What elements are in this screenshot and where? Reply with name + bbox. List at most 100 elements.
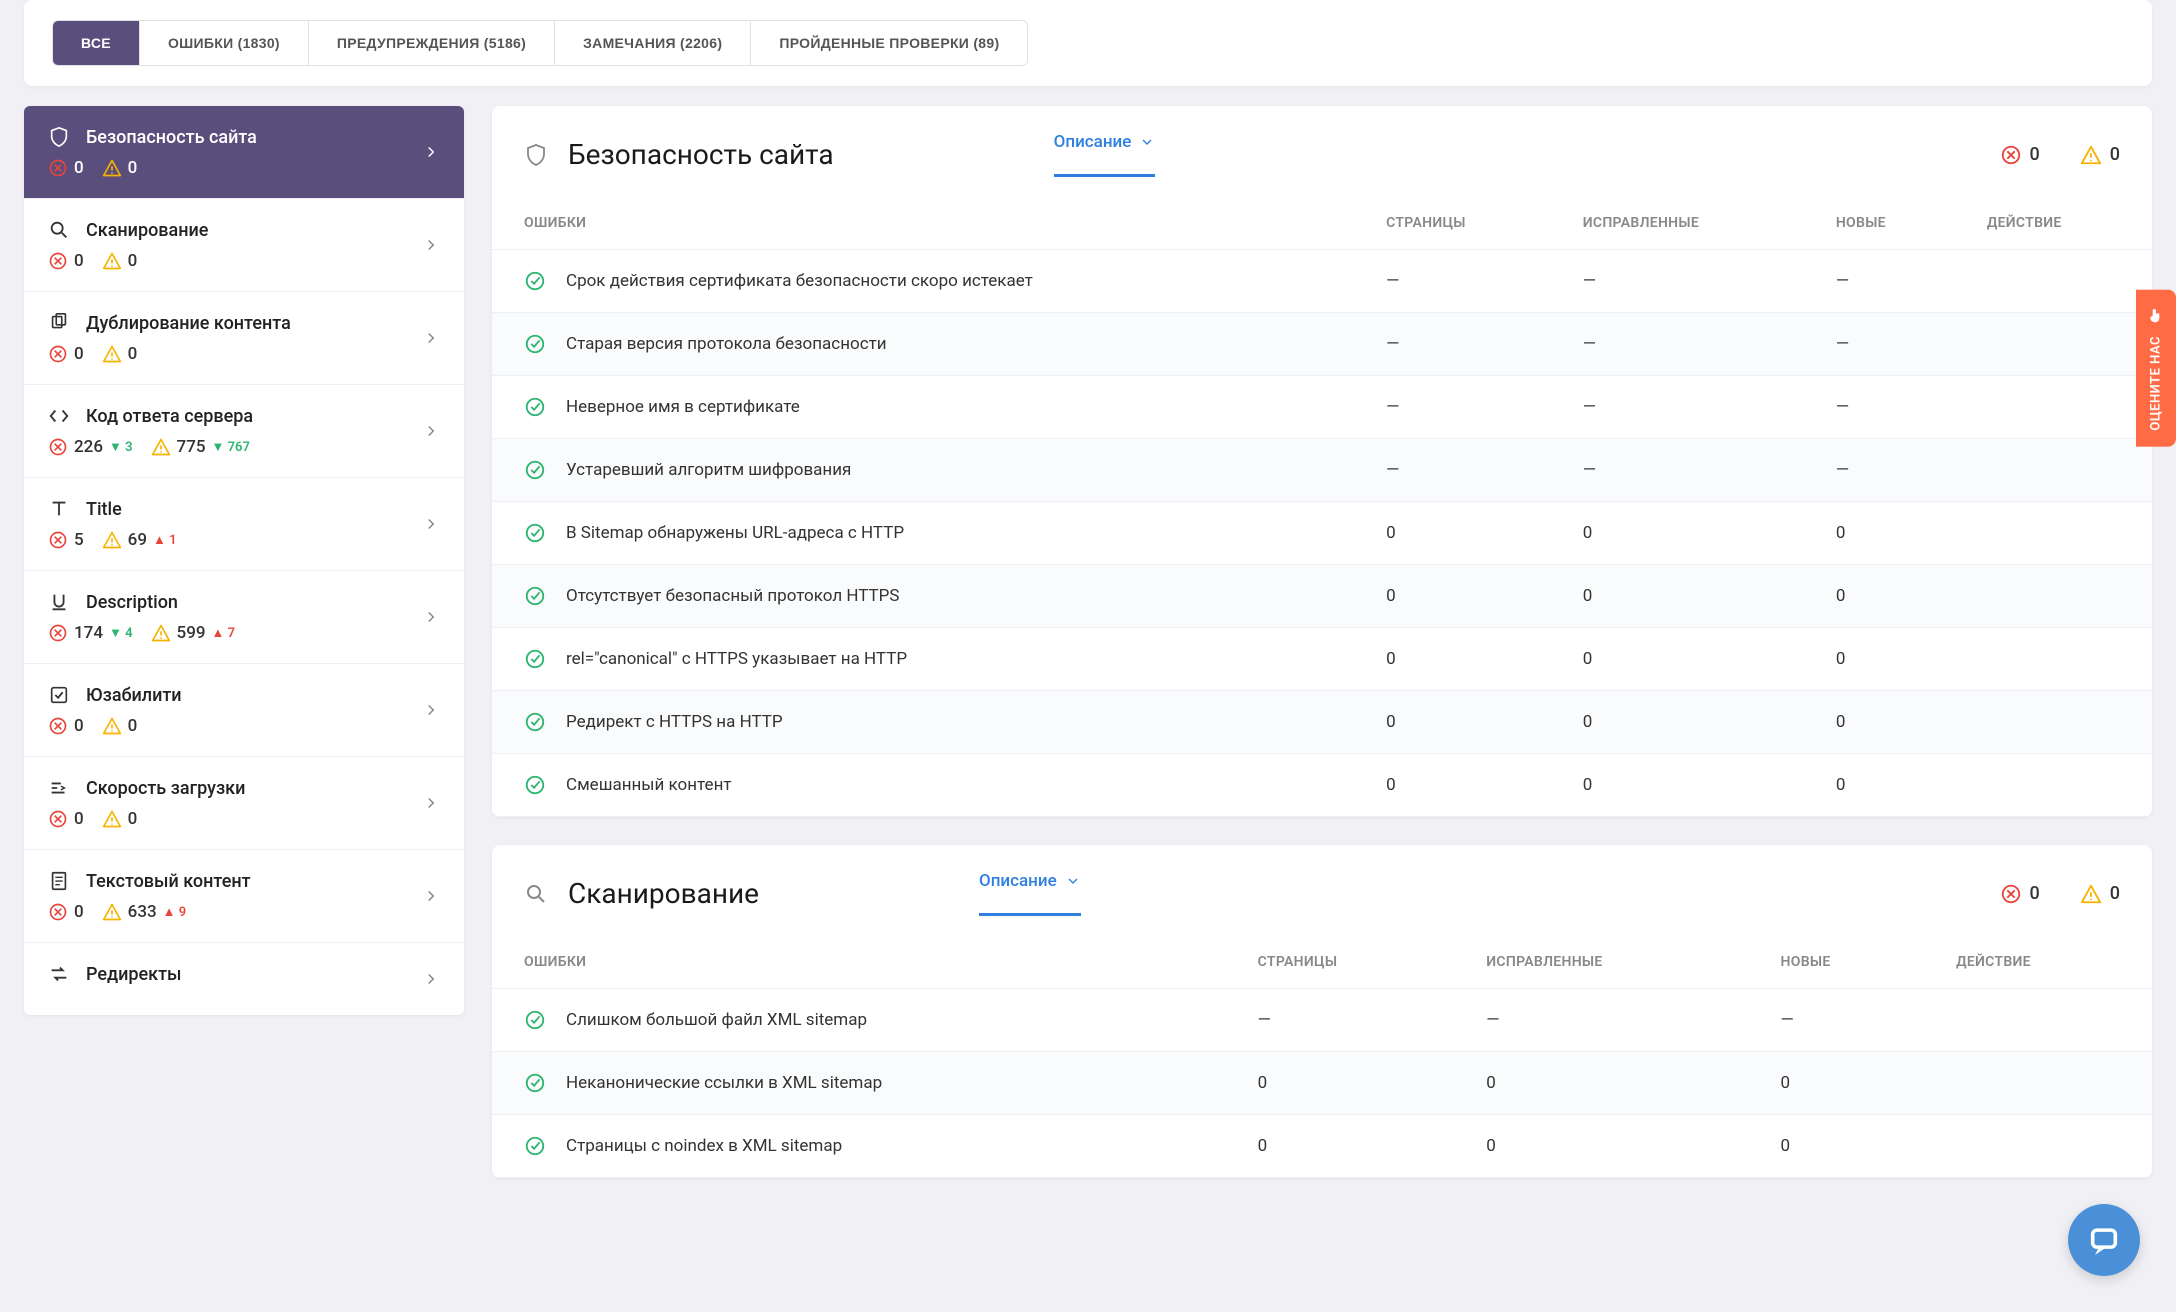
- issue-row[interactable]: Отсутствует безопасный протокол HTTPS 0 …: [492, 565, 2152, 628]
- issue-row[interactable]: rel="canonical" с HTTPS указывает на HTT…: [492, 628, 2152, 691]
- issue-row[interactable]: Старая версия протокола безопасности — —…: [492, 313, 2152, 376]
- sidebar-item-title: Скорость загрузки: [86, 778, 245, 799]
- action-cell: [1963, 565, 2152, 628]
- ok-icon: [524, 1072, 546, 1094]
- warning-count: 633: [128, 902, 157, 922]
- new-cell: 0: [1812, 754, 1963, 817]
- filter-tab-3[interactable]: ЗАМЕЧАНИЯ (2206): [555, 21, 751, 65]
- sidebar-item-title: Title: [86, 499, 122, 520]
- issue-row[interactable]: Слишком большой файл XML sitemap — — —: [492, 989, 2152, 1052]
- issue-row[interactable]: Страницы с noindex в XML sitemap 0 0 0: [492, 1115, 2152, 1178]
- text-icon: [48, 498, 70, 520]
- action-cell: [1963, 439, 2152, 502]
- chevron-right-icon: [422, 329, 440, 347]
- warning-count: 0: [128, 344, 138, 364]
- col-pages: СТРАНИЦЫ: [1234, 936, 1463, 989]
- chevron-right-icon: [422, 422, 440, 440]
- sidebar-item-9[interactable]: Редиректы: [24, 943, 464, 1015]
- sidebar-item-stats: 226 ▼ 3 775 ▼ 767: [48, 437, 440, 457]
- issues-table: ОШИБКИ СТРАНИЦЫ ИСПРАВЛЕННЫЕ НОВЫЕ ДЕЙСТ…: [492, 936, 2152, 1178]
- issue-row[interactable]: Неканонические ссылки в XML sitemap 0 0 …: [492, 1052, 2152, 1115]
- error-icon: [48, 158, 68, 178]
- ok-icon: [524, 396, 546, 418]
- code-icon: [48, 405, 70, 427]
- warning-delta: ▼ 767: [212, 439, 250, 455]
- copy-icon: [48, 312, 70, 334]
- issue-name: Срок действия сертификата безопасности с…: [566, 271, 1033, 291]
- action-cell: [1963, 754, 2152, 817]
- redirect-icon: [48, 963, 70, 985]
- warning-icon: [2080, 144, 2102, 166]
- pages-cell: 0: [1362, 565, 1559, 628]
- error-count: 174: [74, 623, 103, 643]
- issue-name: Слишком большой файл XML sitemap: [566, 1010, 867, 1030]
- warning-delta: ▲ 7: [212, 625, 236, 641]
- fixed-cell: 0: [1559, 754, 1812, 817]
- action-cell: [1963, 313, 2152, 376]
- action-cell: [1932, 1052, 2152, 1115]
- issue-row[interactable]: Редирект с HTTPS на HTTP 0 0 0: [492, 691, 2152, 754]
- sidebar-item-3[interactable]: Код ответа сервера 226 ▼ 3 775 ▼ 767: [24, 385, 464, 478]
- action-cell: [1932, 989, 2152, 1052]
- col-pages: СТРАНИЦЫ: [1362, 197, 1559, 250]
- sidebar-item-title: Текстовый контент: [86, 871, 251, 892]
- filter-tab-0[interactable]: ВСЕ: [53, 21, 140, 65]
- check-icon: [48, 684, 70, 706]
- sidebar-item-stats: 0 0: [48, 251, 440, 271]
- fixed-cell: 0: [1462, 1052, 1756, 1115]
- warning-count: 775: [177, 437, 206, 457]
- error-delta: ▼ 4: [109, 625, 133, 641]
- fixed-cell: 0: [1559, 691, 1812, 754]
- sidebar-item-6[interactable]: Юзабилити 0 0: [24, 664, 464, 757]
- shield-icon: [524, 143, 548, 167]
- issue-name: rel="canonical" с HTTPS указывает на HTT…: [566, 649, 907, 669]
- error-count: 226: [74, 437, 103, 457]
- col-action: ДЕЙСТВИЕ: [1963, 197, 2152, 250]
- sidebar-item-7[interactable]: Скорость загрузки 0 0: [24, 757, 464, 850]
- issue-row[interactable]: Смешанный контент 0 0 0: [492, 754, 2152, 817]
- search-icon: [48, 219, 70, 241]
- action-cell: [1932, 1115, 2152, 1178]
- ok-icon: [524, 711, 546, 733]
- new-cell: —: [1812, 313, 1963, 376]
- chevron-down-icon: [1139, 134, 1155, 150]
- section-tab-description[interactable]: Описание: [979, 871, 1081, 916]
- sidebar-item-0[interactable]: Безопасность сайта 0 0: [24, 106, 464, 199]
- issue-row[interactable]: Устаревший алгоритм шифрования — — —: [492, 439, 2152, 502]
- issue-name: Устаревший алгоритм шифрования: [566, 460, 851, 480]
- section-tab-label: Описание: [979, 871, 1057, 891]
- chevron-right-icon: [422, 794, 440, 812]
- chevron-down-icon: [1065, 873, 1081, 889]
- error-icon: [2000, 144, 2022, 166]
- new-cell: —: [1757, 989, 1933, 1052]
- sidebar-item-title: Юзабилити: [86, 685, 182, 706]
- sidebar-item-2[interactable]: Дублирование контента 0 0: [24, 292, 464, 385]
- filter-tab-4[interactable]: ПРОЙДЕННЫЕ ПРОВЕРКИ (89): [751, 21, 1027, 65]
- section-tab-description[interactable]: Описание: [1054, 132, 1156, 177]
- speed-icon: [48, 777, 70, 799]
- section-error-count: 0: [2030, 883, 2040, 904]
- fixed-cell: 0: [1462, 1115, 1756, 1178]
- issue-row[interactable]: В Sitemap обнаружены URL-адреса с HTTP 0…: [492, 502, 2152, 565]
- ok-icon: [524, 333, 546, 355]
- sidebar-item-4[interactable]: Title 5 69 ▲ 1: [24, 478, 464, 571]
- pages-cell: —: [1362, 439, 1559, 502]
- new-cell: 0: [1757, 1115, 1933, 1178]
- chat-button[interactable]: [2068, 1204, 2140, 1276]
- chevron-right-icon: [422, 970, 440, 988]
- filter-tab-1[interactable]: ОШИБКИ (1830): [140, 21, 309, 65]
- ok-icon: [524, 1009, 546, 1031]
- sidebar-item-stats: 5 69 ▲ 1: [48, 530, 440, 550]
- sidebar-item-5[interactable]: Description 174 ▼ 4 599 ▲ 7: [24, 571, 464, 664]
- error-icon: [48, 623, 68, 643]
- issue-row[interactable]: Неверное имя в сертификате — — —: [492, 376, 2152, 439]
- warning-icon: [102, 902, 122, 922]
- sidebar-item-1[interactable]: Сканирование 0 0: [24, 199, 464, 292]
- sidebar-item-stats: 174 ▼ 4 599 ▲ 7: [48, 623, 440, 643]
- filter-tab-2[interactable]: ПРЕДУПРЕЖДЕНИЯ (5186): [309, 21, 555, 65]
- feedback-button[interactable]: ОЦЕНИТЕ НАС: [2136, 290, 2176, 447]
- feedback-label: ОЦЕНИТЕ НАС: [2149, 336, 2164, 431]
- sidebar-item-8[interactable]: Текстовый контент 0 633 ▲ 9: [24, 850, 464, 943]
- pages-cell: 0: [1362, 502, 1559, 565]
- issue-row[interactable]: Срок действия сертификата безопасности с…: [492, 250, 2152, 313]
